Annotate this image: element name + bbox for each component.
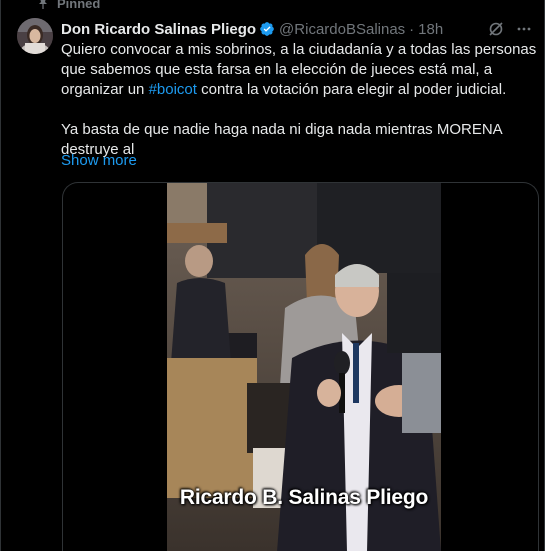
post-paragraph-1: Quiero convocar a mis sobrinos, a la ciu… (61, 40, 539, 100)
video-frame[interactable]: Ricardo B. Salinas Pliego (167, 183, 441, 551)
post-timestamp[interactable]: 18h (418, 21, 443, 38)
post-text-part2: contra la votación para elegir al poder … (196, 81, 507, 98)
verified-badge-icon (260, 22, 274, 36)
pin-icon (39, 0, 47, 9)
author-avatar[interactable] (17, 18, 53, 54)
hashtag-link[interactable]: #boicot (149, 81, 197, 98)
avatar-image (17, 18, 53, 54)
separator-dot: · (409, 20, 415, 38)
post-container[interactable]: Pinned Don Ricardo Salinas Pliego @Ricar… (0, 0, 545, 551)
post-text: Quiero convocar a mis sobrinos, a la ciu… (61, 40, 539, 160)
pinned-label: Pinned (57, 0, 101, 11)
author-handle[interactable]: @RicardoBSalinas (279, 21, 405, 38)
video-media[interactable]: Ricardo B. Salinas Pliego (62, 182, 539, 551)
video-caption: Ricardo B. Salinas Pliego (179, 486, 429, 509)
show-more-link[interactable]: Show more (61, 151, 137, 171)
author-display-name[interactable]: Don Ricardo Salinas Pliego (61, 21, 256, 38)
grok-icon[interactable] (488, 21, 504, 37)
post-header: Don Ricardo Salinas Pliego @RicardoBSali… (61, 18, 532, 40)
more-options-icon[interactable] (516, 21, 532, 37)
pinned-indicator: Pinned (37, 0, 101, 11)
header-actions (488, 21, 532, 37)
